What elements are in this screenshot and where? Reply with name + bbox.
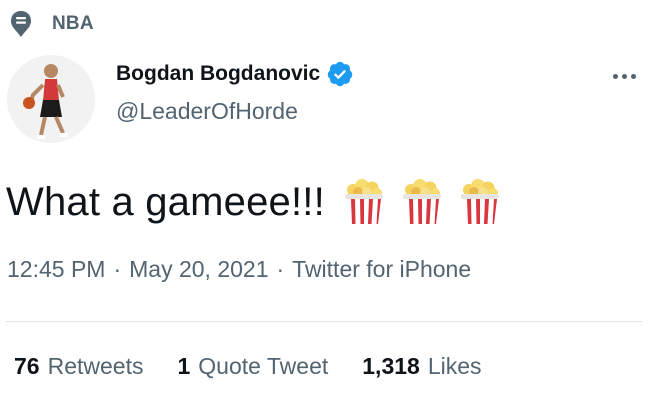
meta-separator: ·	[276, 256, 285, 282]
popcorn-icon	[344, 179, 383, 224]
quote-tweets-label: Quote Tweet	[198, 353, 329, 379]
tweet-stats: 76 Retweets 1 Quote Tweet 1,318 Likes	[14, 353, 516, 380]
popcorn-icon	[402, 179, 441, 224]
more-dots-icon	[621, 73, 627, 79]
tweet-source-link[interactable]: Twitter for iPhone	[292, 256, 471, 282]
tweet-meta: 12:45 PM · May 20, 2021 · Twitter for iPhone	[7, 256, 471, 283]
more-options-button[interactable]	[604, 62, 644, 90]
topic-header[interactable]: NBA	[10, 9, 94, 39]
avatar-photo	[7, 55, 95, 143]
avatar[interactable]	[7, 55, 95, 143]
likes-stat[interactable]: 1,318 Likes	[362, 353, 481, 380]
tweet-emoji-group	[343, 178, 517, 226]
tweet-date[interactable]: May 20, 2021	[129, 256, 268, 282]
author-handle[interactable]: @LeaderOfHorde	[116, 98, 298, 125]
likes-label: Likes	[427, 353, 482, 379]
quote-tweets-count: 1	[177, 353, 191, 379]
retweets-stat[interactable]: 76 Retweets	[14, 353, 143, 380]
author-name-row[interactable]: Bogdan Bogdanovic	[116, 60, 354, 88]
author-name[interactable]: Bogdan Bogdanovic	[116, 62, 320, 86]
more-dots-icon	[612, 73, 618, 79]
tweet-text-body: What a gameee!!!	[6, 179, 325, 224]
retweets-count: 76	[14, 353, 40, 379]
topic-label: NBA	[52, 13, 94, 34]
topic-pin-icon	[11, 11, 31, 37]
meta-separator: ·	[113, 256, 122, 282]
quote-tweets-stat[interactable]: 1 Quote Tweet	[177, 353, 328, 380]
more-dots-icon	[630, 73, 636, 79]
divider	[6, 321, 642, 322]
retweets-label: Retweets	[47, 353, 144, 379]
tweet-text: What a gameee!!!	[6, 176, 517, 228]
tweet-time[interactable]: 12:45 PM	[7, 256, 105, 282]
verified-badge-icon	[327, 61, 353, 87]
likes-count: 1,318	[362, 353, 420, 379]
popcorn-icon	[460, 179, 499, 224]
